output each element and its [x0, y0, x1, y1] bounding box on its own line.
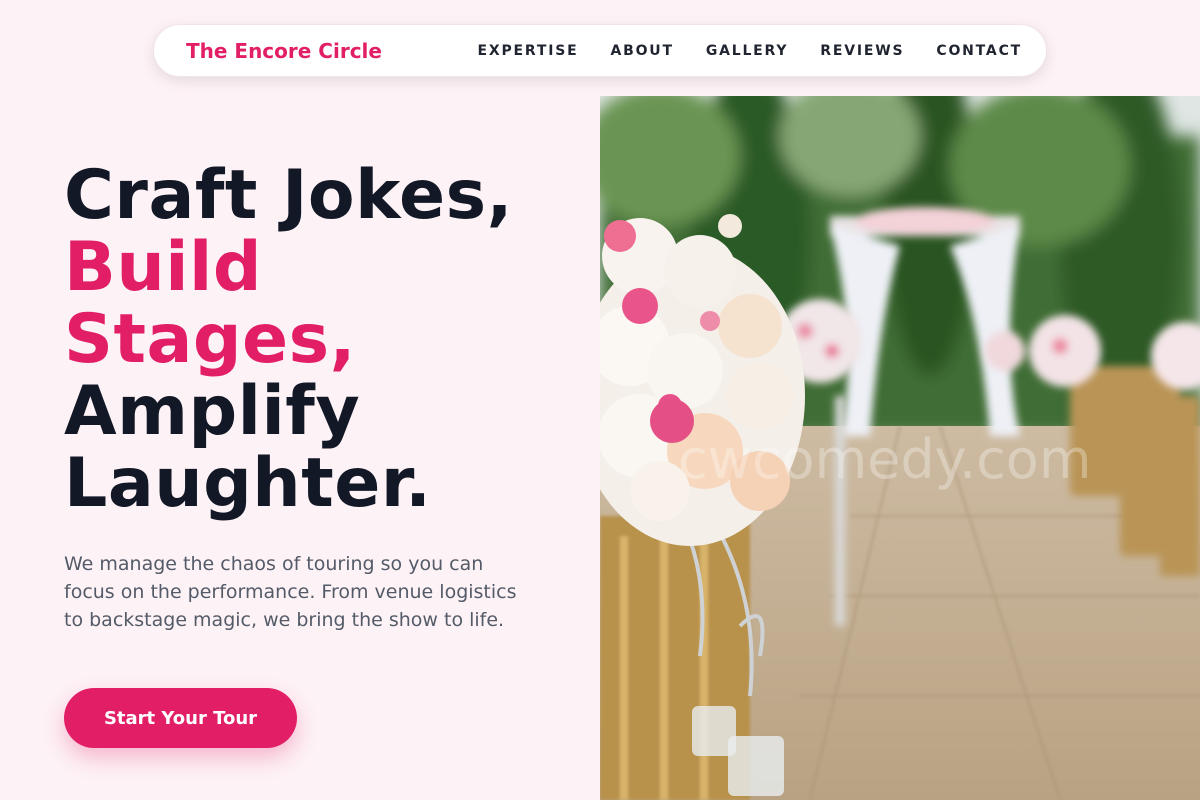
nav-link-contact[interactable]: CONTACT — [936, 43, 1022, 59]
nav-link-gallery[interactable]: GALLERY — [706, 43, 788, 59]
brand-logo-text[interactable]: The Encore Circle — [186, 39, 382, 63]
image-watermark: cwcomedy.com — [678, 428, 1091, 491]
hero-description: We manage the chaos of touring so you ca… — [64, 553, 517, 631]
hero-headline: Craft Jokes, Build Stages, Amplify Laugh… — [64, 160, 584, 520]
headline-line-3: Stages, — [64, 300, 356, 379]
headline-line-1: Craft Jokes, — [64, 156, 513, 235]
headline-line-2: Build — [64, 228, 263, 307]
headline-line-5: Laughter. — [64, 444, 432, 523]
nav-links: EXPERTISE ABOUT GALLERY REVIEWS CONTACT — [478, 43, 1022, 59]
hero-image: cwcomedy.com — [600, 96, 1200, 800]
nav-link-reviews[interactable]: REVIEWS — [820, 43, 904, 59]
nav-link-about[interactable]: ABOUT — [610, 43, 673, 59]
headline-line-4: Amplify — [64, 372, 361, 451]
venue-aisle-photo: cwcomedy.com — [600, 96, 1200, 800]
nav-link-expertise[interactable]: EXPERTISE — [478, 43, 579, 59]
top-navbar: The Encore Circle EXPERTISE ABOUT GALLER… — [153, 24, 1047, 77]
start-tour-button[interactable]: Start Your Tour — [64, 688, 297, 748]
hero-text-section: Craft Jokes, Build Stages, Amplify Laugh… — [64, 160, 584, 634]
